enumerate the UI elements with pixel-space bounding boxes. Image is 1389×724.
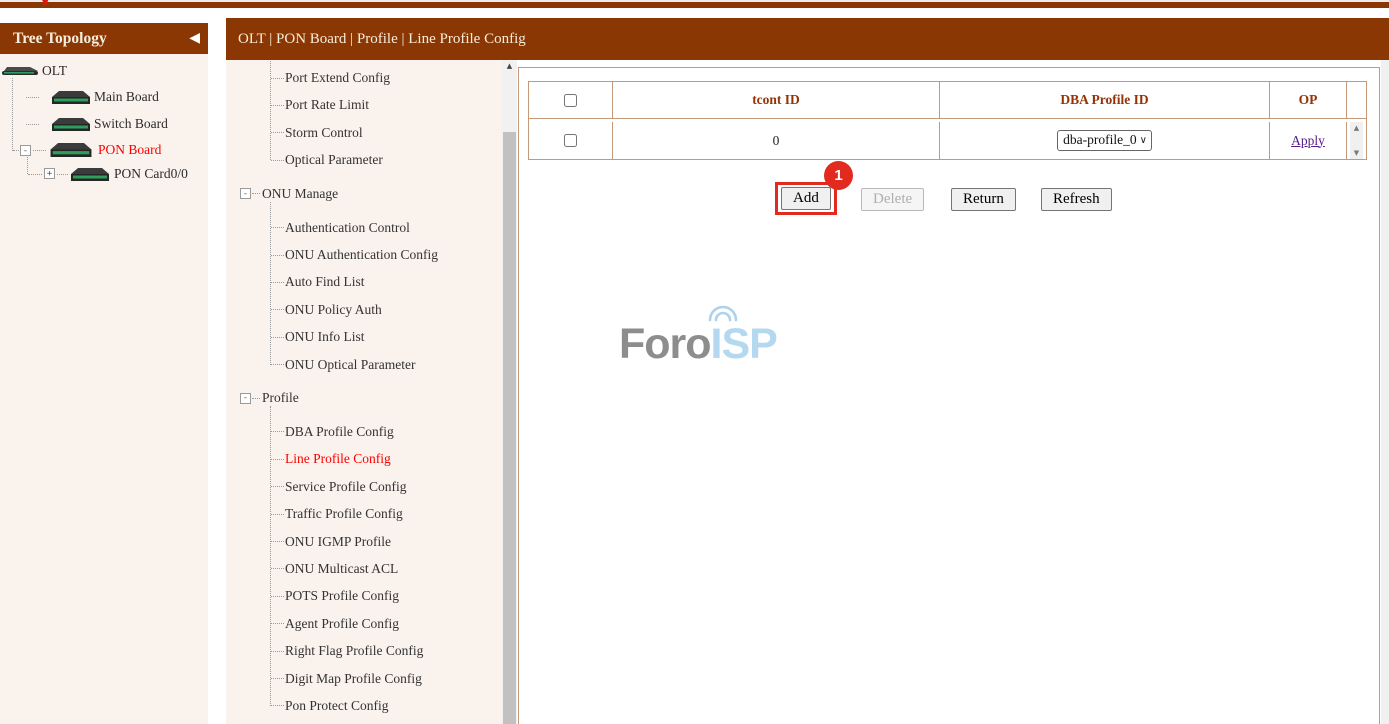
delete-button: Delete bbox=[861, 188, 924, 211]
tree-line bbox=[57, 174, 68, 175]
menu-item-line-profile-config[interactable]: Line Profile Config bbox=[226, 446, 517, 473]
tree-topology-panel: - + OLT Main Board Switch Board PON bbox=[0, 54, 208, 724]
menu-item-onu-optical-parameter[interactable]: ONU Optical Parameter bbox=[226, 351, 517, 378]
row-checkbox[interactable] bbox=[564, 134, 577, 147]
top-accent-bar bbox=[0, 2, 1389, 8]
tcont-id-value: 0 bbox=[613, 122, 940, 159]
tree-node-olt[interactable]: OLT bbox=[2, 61, 67, 81]
tree-line bbox=[26, 97, 39, 98]
dba-profile-cell: dba-profile_0 ∨ bbox=[940, 122, 1270, 159]
menu-panel: Port Config Port Extend Config Port Rate… bbox=[226, 60, 517, 724]
foroisp-watermark: ForoISP bbox=[619, 320, 777, 369]
menu-item-onu-multicast-acl[interactable]: ONU Multicast ACL bbox=[226, 555, 517, 582]
tree-node-label: PON Board bbox=[98, 142, 161, 158]
chevron-down-icon: ∨ bbox=[1140, 135, 1147, 146]
tree-node-switch-board[interactable]: Switch Board bbox=[52, 114, 168, 134]
menu-item-dba-profile-config[interactable]: DBA Profile Config bbox=[226, 418, 517, 445]
olt-device-icon bbox=[2, 67, 38, 76]
board-device-icon bbox=[52, 91, 90, 104]
tree-line bbox=[27, 157, 28, 174]
scroll-up-icon[interactable]: ▲ bbox=[1354, 124, 1359, 132]
table-header-row: tcont ID DBA Profile ID OP bbox=[529, 82, 1366, 119]
col-header-dba-profile-id: DBA Profile ID bbox=[940, 82, 1270, 119]
menu-item-optical-parameter[interactable]: Optical Parameter bbox=[226, 147, 517, 174]
annotation-highlight-box: Add bbox=[775, 182, 837, 215]
return-button[interactable]: Return bbox=[951, 188, 1016, 211]
tree-node-pon-board[interactable]: PON Board bbox=[48, 140, 161, 160]
tree-toggle-pon-board[interactable]: - bbox=[20, 145, 31, 156]
add-button[interactable]: Add bbox=[781, 187, 831, 210]
scrollbar-thumb[interactable] bbox=[503, 132, 516, 724]
tree-node-main-board[interactable]: Main Board bbox=[52, 87, 159, 107]
content-area: tcont ID DBA Profile ID OP 0 dba-profile… bbox=[518, 67, 1380, 724]
tree-line bbox=[26, 124, 39, 125]
menu-group-label: ONU Manage bbox=[262, 186, 338, 202]
scroll-down-icon[interactable]: ▼ bbox=[1354, 149, 1359, 157]
page-scrollbar-strip[interactable] bbox=[1381, 60, 1389, 724]
col-header-spacer bbox=[1347, 82, 1366, 119]
collapse-toggle-icon[interactable]: - bbox=[240, 188, 251, 199]
op-cell: Apply bbox=[1270, 122, 1347, 159]
menu-scrollbar[interactable]: ▲ bbox=[502, 60, 517, 724]
tree-topology-header: Tree Topology ◀ bbox=[0, 23, 208, 54]
table-row: 0 dba-profile_0 ∨ Apply ▲ ▼ bbox=[529, 122, 1366, 159]
table-scrollbar[interactable]: ▲ ▼ bbox=[1350, 122, 1363, 159]
breadcrumb-text: OLT | PON Board | Profile | Line Profile… bbox=[238, 31, 526, 48]
menu-item-onu-authentication-config[interactable]: ONU Authentication Config bbox=[226, 241, 517, 268]
select-all-checkbox[interactable] bbox=[564, 94, 577, 107]
refresh-button[interactable]: Refresh bbox=[1041, 188, 1112, 211]
tcont-table: tcont ID DBA Profile ID OP 0 dba-profile… bbox=[528, 81, 1367, 160]
menu-item-digit-map-profile-config[interactable]: Digit Map Profile Config bbox=[226, 665, 517, 692]
scroll-up-icon[interactable]: ▲ bbox=[502, 60, 517, 73]
menu-item-onu-igmp-profile[interactable]: ONU IGMP Profile bbox=[226, 528, 517, 555]
annotation-step-badge: 1 bbox=[824, 161, 853, 190]
board-device-icon bbox=[70, 168, 110, 181]
collapse-toggle-icon[interactable]: - bbox=[240, 393, 251, 404]
menu-item-port-extend-config[interactable]: Port Extend Config bbox=[226, 64, 517, 91]
antenna-waves-icon bbox=[703, 303, 743, 323]
annotation-arrow-icon: ▼ bbox=[41, 0, 49, 8]
dba-profile-select[interactable]: dba-profile_0 ∨ bbox=[1057, 130, 1152, 151]
tree-line bbox=[33, 150, 46, 151]
tree-line bbox=[12, 78, 13, 151]
menu-item-auto-find-list[interactable]: Auto Find List bbox=[226, 269, 517, 296]
menu-item-port-rate-limit[interactable]: Port Rate Limit bbox=[226, 92, 517, 119]
row-select-cell bbox=[529, 122, 613, 159]
menu-item-right-flag-profile-config[interactable]: Right Flag Profile Config bbox=[226, 637, 517, 664]
select-all-cell bbox=[529, 82, 613, 119]
tree-node-pon-card[interactable]: PON Card0/0 bbox=[70, 164, 188, 184]
col-header-tcont-id: tcont ID bbox=[613, 82, 940, 119]
table-body-scroll-area: ▲ ▼ bbox=[1347, 122, 1366, 159]
collapse-panel-icon[interactable]: ◀ bbox=[189, 31, 200, 46]
tree-node-label: PON Card0/0 bbox=[114, 166, 188, 182]
tree-toggle-pon-card[interactable]: + bbox=[44, 168, 55, 179]
tree-line bbox=[13, 150, 19, 151]
menu-item-traffic-profile-config[interactable]: Traffic Profile Config bbox=[226, 500, 517, 527]
apply-link[interactable]: Apply bbox=[1291, 133, 1325, 149]
menu-item-storm-control[interactable]: Storm Control bbox=[226, 119, 517, 146]
tree-node-label: OLT bbox=[42, 63, 67, 79]
menu-item-pon-protect-config[interactable]: Pon Protect Config bbox=[226, 692, 517, 719]
menu-group-label: Profile bbox=[262, 390, 299, 406]
menu-item-service-profile-config[interactable]: Service Profile Config bbox=[226, 473, 517, 500]
menu-item-onu-policy-auth[interactable]: ONU Policy Auth bbox=[226, 296, 517, 323]
col-header-op: OP bbox=[1270, 82, 1347, 119]
board-device-icon bbox=[48, 143, 94, 157]
tree-node-label: Switch Board bbox=[94, 116, 168, 132]
tree-topology-title: Tree Topology bbox=[13, 30, 107, 48]
tree-node-label: Main Board bbox=[94, 89, 159, 105]
menu-item-onu-info-list[interactable]: ONU Info List bbox=[226, 324, 517, 351]
menu-item-pots-profile-config[interactable]: POTS Profile Config bbox=[226, 583, 517, 610]
menu-item-agent-profile-config[interactable]: Agent Profile Config bbox=[226, 610, 517, 637]
menu-item-authentication-control[interactable]: Authentication Control bbox=[226, 214, 517, 241]
breadcrumb: OLT | PON Board | Profile | Line Profile… bbox=[226, 18, 1389, 60]
board-device-icon bbox=[52, 118, 90, 131]
tree-line bbox=[28, 174, 42, 175]
